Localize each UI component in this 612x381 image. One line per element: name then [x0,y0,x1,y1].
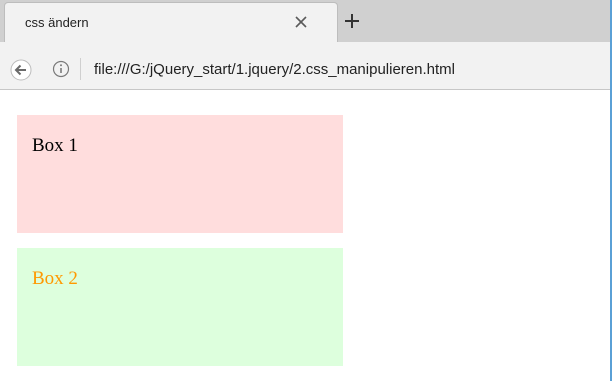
address-bar-url[interactable]: file:///G:/jQuery_start/1.jquery/2.css_m… [94,61,455,78]
info-icon[interactable] [52,60,70,78]
back-button[interactable] [10,59,32,81]
box-2-label: Box 2 [32,268,78,289]
box-1-label: Box 1 [32,135,78,156]
tab-strip: css ändern [0,0,612,42]
tab-title: css ändern [25,15,89,30]
plus-icon [345,14,359,28]
box-2: Box 2 [17,248,343,366]
page-content: Box 1 Box 2 [0,90,612,381]
address-toolbar: file:///G:/jQuery_start/1.jquery/2.css_m… [0,42,612,90]
box-1: Box 1 [17,115,343,233]
browser-tab[interactable]: css ändern [4,2,338,42]
back-arrow-icon [10,59,32,81]
address-separator [80,58,81,80]
close-icon[interactable] [292,13,310,31]
new-tab-button[interactable] [342,11,362,31]
